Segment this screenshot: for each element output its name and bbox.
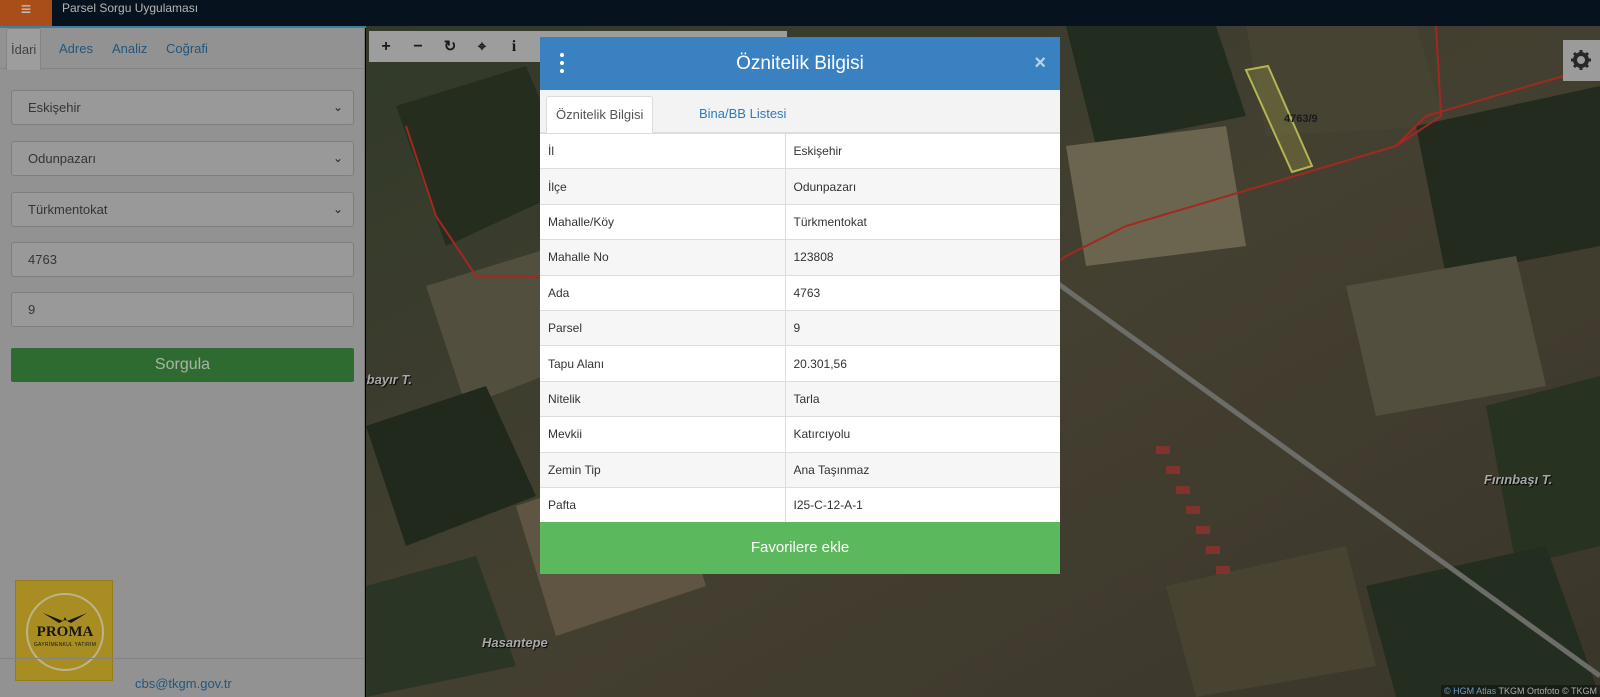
settings-button[interactable] [1563, 40, 1600, 81]
attribute-value: Eskişehir [785, 132, 1060, 169]
dialog-tabs: Öznitelik Bilgisi Bina/BB Listesi [540, 90, 1060, 133]
table-row: Tapu Alanı 20.301,56 [540, 345, 1060, 382]
table-row: Parsel 9 [540, 309, 1060, 346]
query-button[interactable]: Sorgula [11, 348, 354, 382]
place-label: Hasantepe [482, 635, 548, 650]
block-value: 4763 [28, 252, 57, 267]
chevron-down-icon: ⌄ [333, 151, 344, 165]
block-input[interactable]: 4763 [11, 242, 354, 277]
attribute-info-dialog: Öznitelik Bilgisi × Öznitelik Bilgisi Bi… [540, 37, 1060, 574]
table-row: Mevkii Katırcıyolu [540, 416, 1060, 453]
menu-button[interactable]: ≡ [0, 0, 52, 26]
place-label: Fırınbaşı T. [1484, 472, 1553, 487]
dialog-title: Öznitelik Bilgisi [736, 53, 864, 74]
gear-icon [1571, 50, 1591, 70]
more-options-icon[interactable] [558, 53, 566, 73]
attribution-hgm[interactable]: © HGM Atlas [1444, 686, 1496, 696]
dialog-header: Öznitelik Bilgisi × [540, 37, 1060, 90]
attribute-key: Zemin Tip [540, 451, 786, 488]
attribute-value: Ana Taşınmaz [785, 451, 1060, 488]
attribute-key: Mahalle/Köy [540, 203, 786, 240]
tab-attribute-info[interactable]: Öznitelik Bilgisi [546, 96, 654, 133]
table-row: Ada 4763 [540, 274, 1060, 311]
tab-adres[interactable]: Adres [59, 28, 93, 69]
sidebar-footer: cbs@tkgm.gov.tr [0, 658, 364, 697]
attribute-key: İl [540, 132, 786, 169]
locate-icon[interactable]: ⌖ [471, 36, 493, 58]
attribute-value: Katırcıyolu [785, 416, 1060, 453]
zoom-out-icon[interactable]: − [407, 36, 429, 58]
attribute-key: Pafta [540, 486, 786, 523]
close-icon[interactable]: × [1034, 51, 1046, 75]
app-title: Parsel Sorgu Uygulaması [62, 1, 199, 15]
hamburger-icon: ≡ [20, 0, 32, 19]
tab-idari[interactable]: İdari [6, 28, 42, 70]
chevron-down-icon: ⌄ [333, 202, 344, 216]
chevron-down-icon: ⌄ [333, 100, 344, 114]
neighborhood-value: Türkmentokat [28, 202, 108, 217]
attribute-key: Nitelik [540, 380, 786, 417]
table-row: Nitelik Tarla [540, 380, 1060, 417]
parcel-label: 4763/9 [1284, 113, 1318, 125]
province-select[interactable]: Eskişehir ⌄ [11, 90, 354, 125]
attribute-value: Türkmentokat [785, 203, 1060, 240]
attribute-key: Parsel [540, 309, 786, 346]
attribute-key: İlçe [540, 168, 786, 205]
place-label: rıbayır T. [366, 372, 412, 387]
app-header: ≡ Parsel Sorgu Uygulaması [0, 0, 1600, 26]
add-to-favorites-button[interactable]: Favorilere ekle [540, 522, 1060, 574]
neighborhood-select[interactable]: Türkmentokat ⌄ [11, 192, 354, 227]
logo-subtitle: GAYRİMENKUL YATIRIM [33, 642, 97, 648]
attribute-value: Odunpazarı [785, 168, 1060, 205]
attribution-tkgm: TKGM Ortofoto © TKGM [1498, 686, 1597, 696]
attribute-key: Mevkii [540, 416, 786, 453]
table-row: İlçe Odunpazarı [540, 168, 1060, 205]
province-value: Eskişehir [28, 100, 81, 115]
table-row: Mahalle/Köy Türkmentokat [540, 203, 1060, 240]
table-row: İl Eskişehir [540, 132, 1060, 169]
parcel-value: 9 [28, 302, 36, 317]
attribute-value: 20.301,56 [785, 345, 1060, 382]
sidebar-tabs: İdari Adres Analiz Coğrafi [0, 28, 364, 70]
wings-icon [43, 613, 87, 623]
table-row: Zemin Tip Ana Taşınmaz [540, 451, 1060, 488]
refresh-icon[interactable]: ↻ [439, 36, 461, 58]
sidebar: İdari Adres Analiz Coğrafi Eskişehir ⌄ O… [0, 28, 365, 697]
attribute-value: 4763 [785, 274, 1060, 311]
info-icon[interactable]: i [503, 36, 525, 58]
zoom-in-icon[interactable]: + [375, 36, 397, 58]
tab-analiz[interactable]: Analiz [112, 28, 147, 69]
tab-cografi[interactable]: Coğrafi [166, 28, 208, 69]
attribute-value: I25-C-12-A-1 [785, 486, 1060, 523]
map-attribution: © HGM Atlas TKGM Ortofoto © TKGM [1441, 685, 1600, 697]
attribute-table: İl Eskişehir İlçe Odunpazarı Mahalle/Köy Tü… [540, 132, 1060, 523]
district-value: Odunpazarı [28, 151, 96, 166]
parcel-input[interactable]: 9 [11, 292, 354, 327]
tab-building-list[interactable]: Bina/BB Listesi [690, 96, 795, 133]
table-row: Pafta I25-C-12-A-1 [540, 486, 1060, 523]
attribute-value: 123808 [785, 239, 1060, 276]
attribute-key: Ada [540, 274, 786, 311]
attribute-value: 9 [785, 309, 1060, 346]
contact-email-link[interactable]: cbs@tkgm.gov.tr [135, 676, 232, 691]
table-row: Mahalle No 123808 [540, 239, 1060, 276]
attribute-value: Tarla [785, 380, 1060, 417]
district-select[interactable]: Odunpazarı ⌄ [11, 141, 354, 176]
attribute-key: Mahalle No [540, 239, 786, 276]
logo-brand: PROMA [36, 624, 94, 640]
attribute-key: Tapu Alanı [540, 345, 786, 382]
